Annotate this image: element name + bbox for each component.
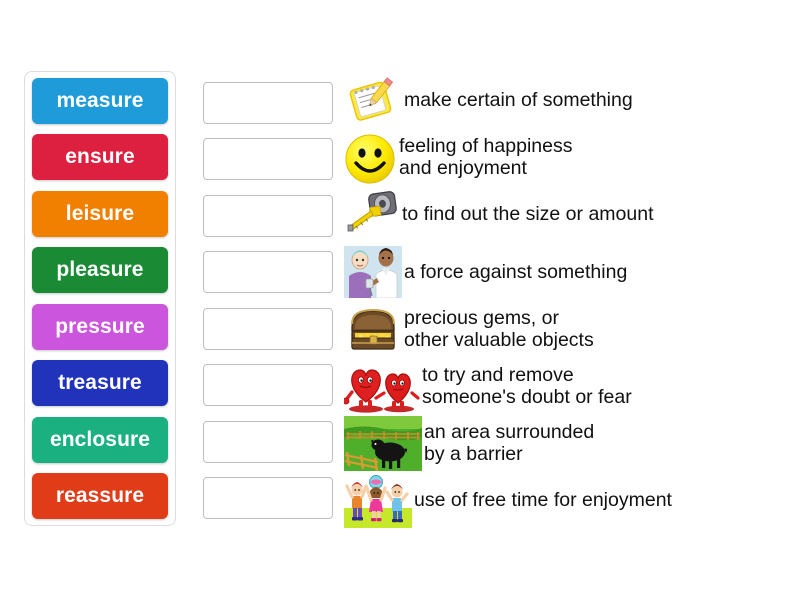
definition-row: an area surrounded by a barrier <box>344 416 774 472</box>
definition-row: use of free time for enjoyment <box>344 474 774 528</box>
children-playing-icon <box>344 474 412 528</box>
definition-text: feeling of happiness and enjoyment <box>399 135 573 180</box>
word-tile-label: treasure <box>58 371 142 395</box>
word-tile-label: pleasure <box>56 258 144 282</box>
dropzone-5[interactable] <box>203 307 333 350</box>
definition-row: feeling of happiness and enjoyment <box>344 132 774 185</box>
definition-text: use of free time for enjoyment <box>414 489 672 512</box>
word-tile-label: measure <box>56 89 144 112</box>
answer-dropzones <box>203 82 333 519</box>
dropzone-4[interactable] <box>203 251 333 294</box>
word-tile-measure[interactable]: measure <box>32 78 168 124</box>
dropzone-2[interactable] <box>203 138 333 181</box>
definition-row: to find out the size or amount <box>344 190 774 240</box>
word-tile-enclosure[interactable]: enclosure <box>32 416 168 463</box>
word-tile-label: ensure <box>65 145 135 169</box>
smiley-face-icon <box>344 132 397 185</box>
tape-measure-icon <box>344 190 400 240</box>
definition-text: precious gems, or other valuable objects <box>404 306 594 351</box>
word-tile-label: leisure <box>65 201 135 225</box>
word-tiles-panel: measure ensure leisure pleasure pressure… <box>24 71 176 526</box>
two-hearts-icon <box>344 360 420 414</box>
match-up-activity: measure ensure leisure pleasure pressure… <box>0 0 800 600</box>
definition-row: precious gems, or other valuable objects <box>344 305 774 355</box>
word-tile-leisure[interactable]: leisure <box>32 190 168 237</box>
word-tile-label: pressure <box>55 314 145 338</box>
definition-row: make certain of something <box>344 76 774 126</box>
word-tile-pressure[interactable]: pressure <box>32 303 168 350</box>
dropzone-1[interactable] <box>203 82 333 124</box>
word-tile-label: reassure <box>55 483 145 507</box>
definition-text: a force against something <box>404 260 628 283</box>
definition-text: make certain of something <box>404 89 633 112</box>
notepad-pencil-icon <box>344 76 402 126</box>
word-tile-reassure[interactable]: reassure <box>32 472 168 519</box>
treasure-chest-icon <box>344 305 402 355</box>
definition-row: to try and remove someone's doubt or fea… <box>344 360 774 414</box>
sheep-enclosure-icon <box>344 416 422 472</box>
word-tile-treasure[interactable]: treasure <box>32 360 168 407</box>
word-tile-label: enclosure <box>49 427 151 451</box>
definition-list: make certain of something feeling of hap… <box>344 76 774 528</box>
doctor-patient-icon <box>344 246 402 299</box>
word-tile-ensure[interactable]: ensure <box>32 134 168 181</box>
dropzone-8[interactable] <box>203 476 333 519</box>
dropzone-6[interactable] <box>203 364 333 407</box>
definition-text: an area surrounded by a barrier <box>424 421 595 465</box>
definition-text: to find out the size or amount <box>402 203 654 226</box>
dropzone-3[interactable] <box>203 194 333 237</box>
definition-text: to try and remove someone's doubt or fea… <box>422 363 632 408</box>
definition-row: a force against something <box>344 246 774 299</box>
dropzone-7[interactable] <box>203 420 333 463</box>
word-tile-pleasure[interactable]: pleasure <box>32 247 168 294</box>
